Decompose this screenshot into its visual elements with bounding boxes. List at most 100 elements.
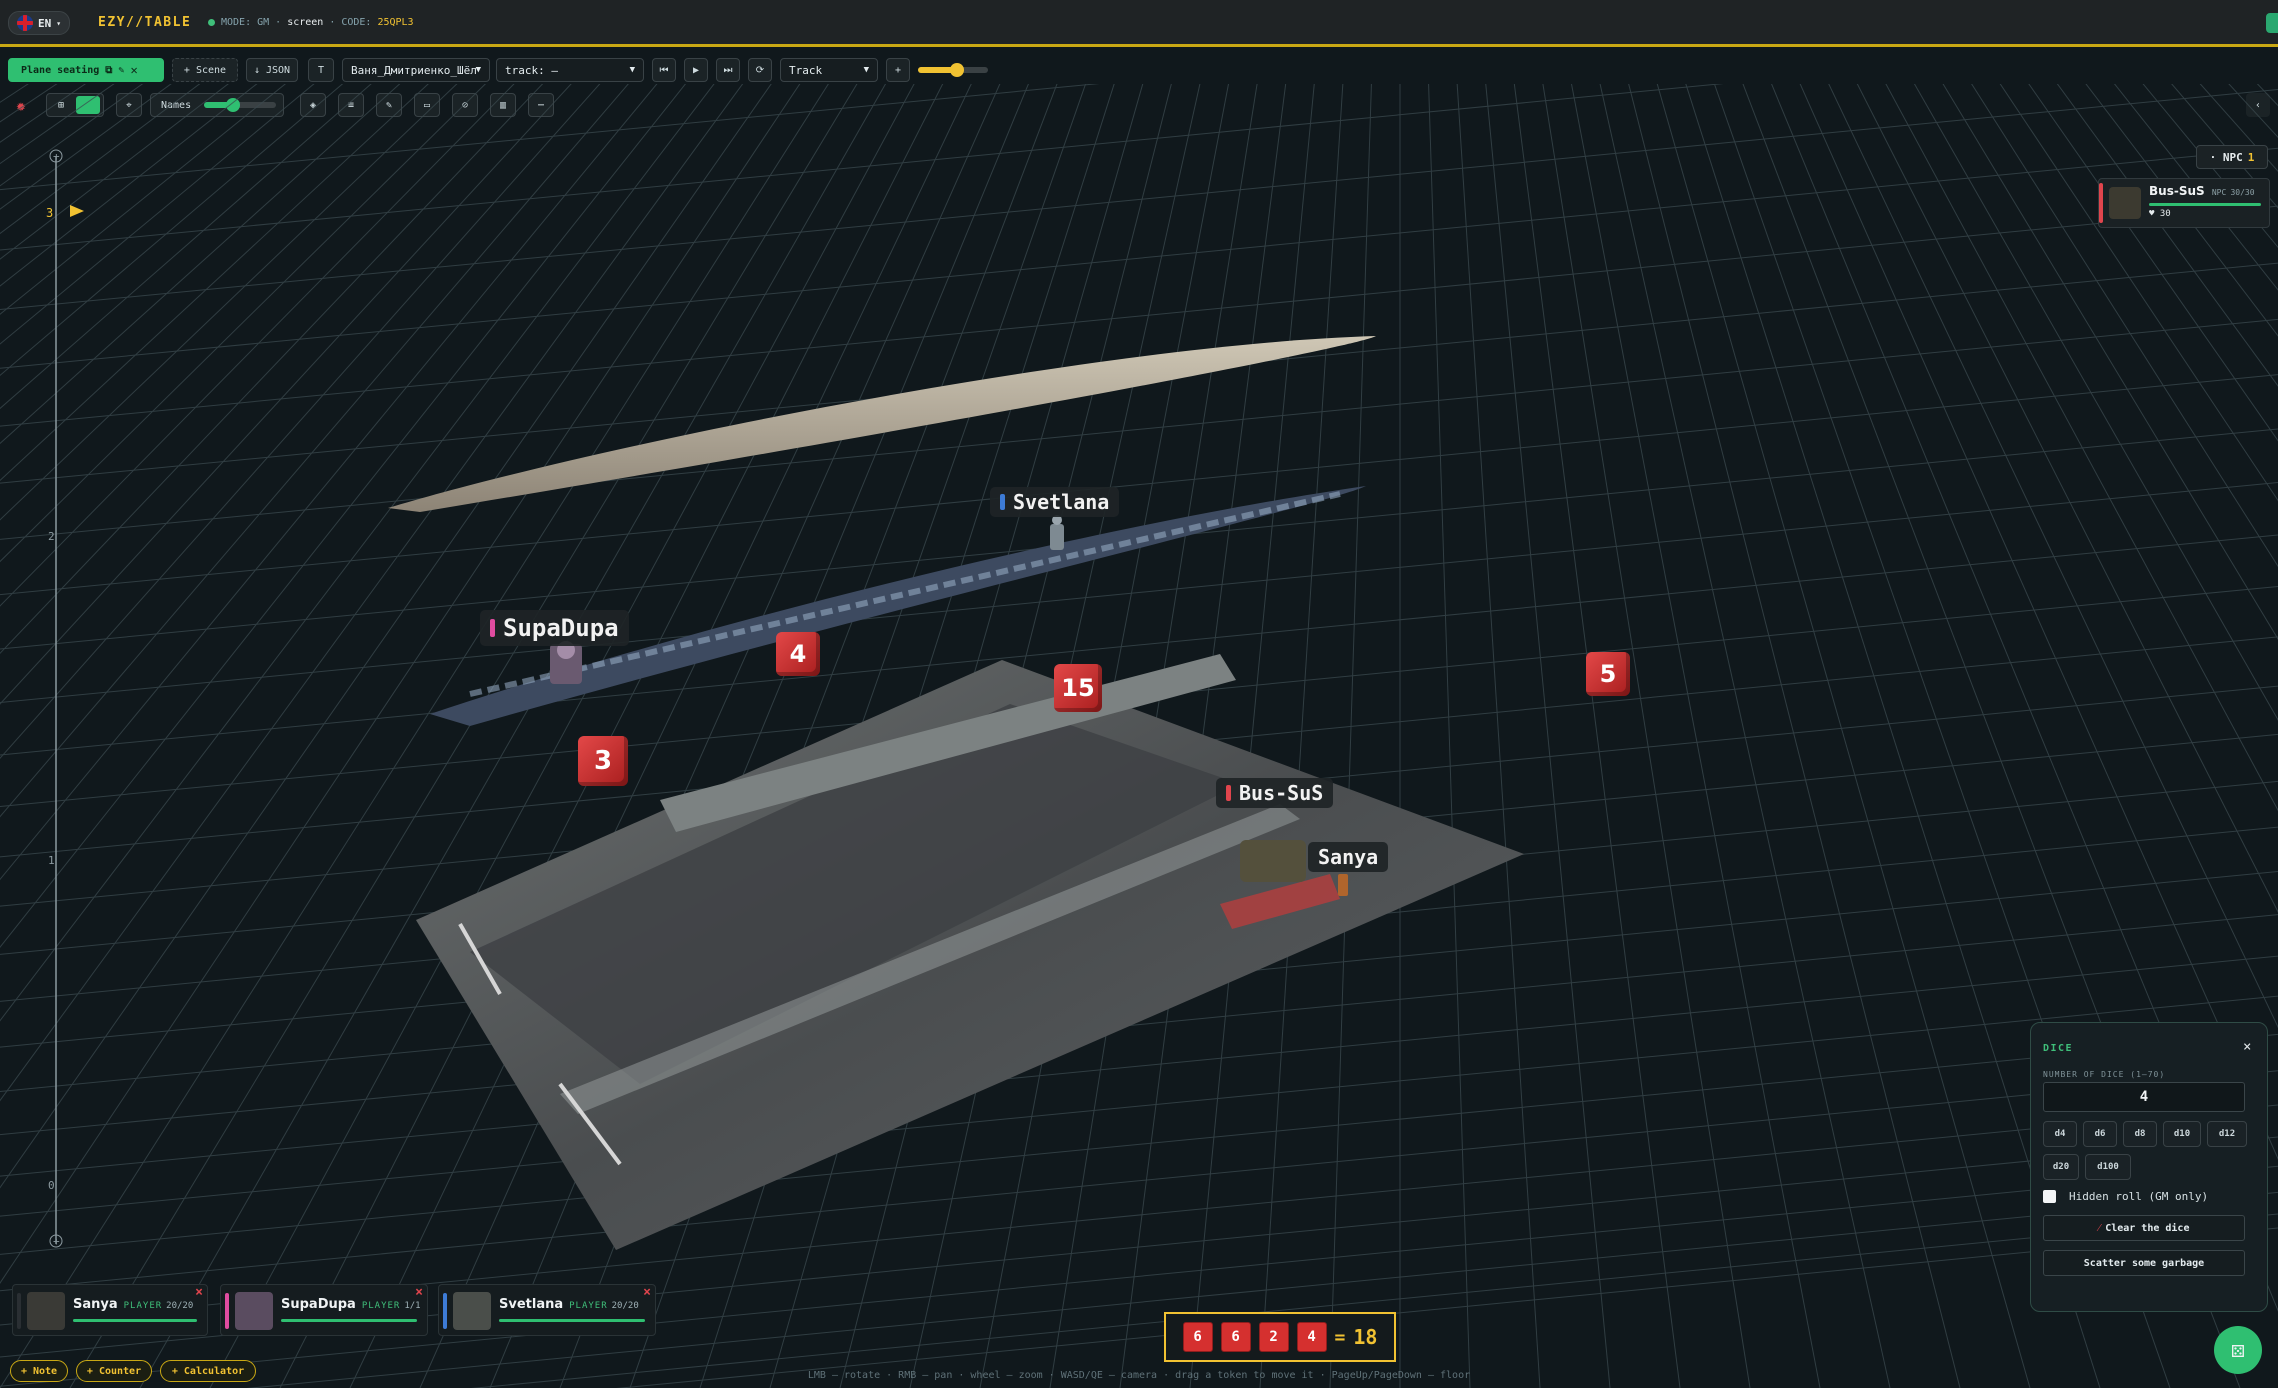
party-card-svetlana[interactable]: Svetlana PLAYER 20/20 × <box>438 1284 656 1336</box>
grid-line <box>0 84 229 260</box>
result-die: 6 <box>1220 1322 1251 1352</box>
team-color-bar <box>490 619 495 637</box>
npc-name-line: Bus-SuS NPC 30/30 <box>2149 184 2255 198</box>
scene-viewport[interactable]: + + 3 2 1 0 <box>0 84 2278 1388</box>
user-select[interactable]: Ваня_Дмитриенко_Шёлк ▼ <box>342 58 490 82</box>
track-mode-select[interactable]: Track ▼ <box>780 58 878 82</box>
die-type-d6[interactable]: d6 <box>2083 1121 2117 1147</box>
grid-line <box>1189 84 1315 1388</box>
party-name-line: SupaDupa PLAYER 1/1 <box>281 1297 421 1312</box>
skip-back-button[interactable]: ⏮ <box>652 58 676 82</box>
grid-line <box>0 205 2278 427</box>
plane-upper-floor[interactable] <box>388 336 1376 512</box>
online-dot-icon <box>208 19 215 26</box>
npc-heart-value: 30 <box>2159 209 2171 219</box>
play-button[interactable]: ▶ <box>684 58 708 82</box>
skip-forward-button[interactable]: ⏭ <box>716 58 740 82</box>
dice-count-label: NUMBER OF DICE (1–70) <box>2043 1070 2166 1079</box>
top-bar: EN ▾ EZY//TABLE MODE: GM · screen · CODE… <box>0 0 2278 47</box>
die-type-d12[interactable]: d12 <box>2207 1121 2247 1147</box>
grid-line <box>0 84 266 1388</box>
die-type-d100[interactable]: d100 <box>2085 1154 2131 1180</box>
party-name-line: Svetlana PLAYER 20/20 <box>499 1297 639 1312</box>
track-mode-value: Track <box>789 63 823 77</box>
die-type-d4[interactable]: d4 <box>2043 1121 2077 1147</box>
die-3d[interactable]: 3 <box>578 736 628 786</box>
grid-line <box>0 374 2278 596</box>
grid-line <box>0 84 115 165</box>
separator: · <box>329 17 336 28</box>
grid-line <box>0 84 258 287</box>
clear-dice-button[interactable]: ⁄ Clear the dice <box>2043 1215 2245 1241</box>
npc-count-chip[interactable]: · NPC 1 <box>2196 145 2268 169</box>
grid-line <box>1485 84 1611 1388</box>
party-card-sanya[interactable]: Sanya PLAYER 20/20 × <box>12 1284 208 1336</box>
token-bus-sus[interactable] <box>1240 840 1306 882</box>
close-icon[interactable]: × <box>2243 1039 2251 1055</box>
hidden-roll-label: Hidden roll (GM only) <box>2069 1190 2209 1203</box>
grid-line <box>0 84 58 123</box>
add-track-button[interactable]: + <box>886 58 910 82</box>
copy-icon[interactable]: ⧉ <box>105 65 112 76</box>
dice-icon: ⚄ <box>2231 1337 2245 1363</box>
skip-back-icon: ⏮ <box>659 64 669 76</box>
close-icon[interactable]: × <box>643 1285 651 1300</box>
token-name: Sanya <box>1318 845 1379 869</box>
token-sanya[interactable] <box>1338 874 1348 896</box>
text-tool-button[interactable]: T <box>308 58 334 82</box>
die-3d[interactable]: 5 <box>1586 652 1630 696</box>
grid-line <box>0 84 329 1388</box>
scatter-garbage-button[interactable]: Scatter some garbage <box>2043 1250 2245 1276</box>
scene-tab-active[interactable]: Plane seating ⧉ ✎ ✕ <box>8 58 164 82</box>
grid-line <box>0 84 182 1388</box>
loop-button[interactable]: ⟳ <box>748 58 772 82</box>
uk-flag-icon <box>17 15 33 31</box>
grid-line <box>1570 84 1821 1388</box>
party-role: PLAYER <box>123 1301 163 1311</box>
plane-cabin-floor[interactable] <box>430 486 1366 726</box>
close-icon[interactable]: ✕ <box>130 63 137 77</box>
token-name: Svetlana <box>1013 490 1110 514</box>
chevron-down-icon: ▼ <box>475 65 481 75</box>
side-toggle[interactable] <box>2266 13 2278 33</box>
chevron-down-icon: ▼ <box>629 65 635 75</box>
token-svetlana[interactable] <box>1050 515 1064 550</box>
token-supadupa[interactable] <box>550 641 582 684</box>
token-name: Bus-SuS <box>1239 781 1324 805</box>
dice-fab-button[interactable]: ⚄ <box>2214 1326 2262 1374</box>
json-download-button[interactable]: ↓ JSON <box>246 58 298 82</box>
speed-slider-handle[interactable] <box>950 63 964 77</box>
clear-dice-label: Clear the dice <box>2105 1222 2190 1234</box>
close-icon[interactable]: × <box>415 1285 423 1300</box>
npc-hp-bar <box>2149 203 2261 206</box>
skip-forward-icon: ⏭ <box>723 64 733 76</box>
grid-line <box>0 88 2278 310</box>
close-icon[interactable]: × <box>195 1285 203 1300</box>
party-hp-bar <box>499 1319 645 1322</box>
die-type-d20[interactable]: d20 <box>2043 1154 2079 1180</box>
avatar <box>27 1292 65 1330</box>
hidden-roll-checkbox[interactable] <box>2043 1190 2056 1203</box>
pencil-icon[interactable]: ✎ <box>118 65 124 76</box>
party-card-supadupa[interactable]: SupaDupa PLAYER 1/1 × <box>220 1284 428 1336</box>
language-button[interactable]: EN ▾ <box>8 11 71 35</box>
party-name-line: Sanya PLAYER 20/20 <box>73 1297 193 1312</box>
track-select[interactable]: track: — ▼ <box>496 58 644 82</box>
roll-result: 6 6 2 4 = 18 <box>1164 1312 1396 1362</box>
grid-line <box>0 84 350 1388</box>
floor-indicator-icon[interactable] <box>70 205 84 217</box>
dice-count-input[interactable]: 4 <box>2043 1082 2245 1112</box>
chevron-down-icon: ▾ <box>56 18 62 28</box>
die-type-d8[interactable]: d8 <box>2123 1121 2157 1147</box>
party-name: Sanya <box>73 1297 118 1312</box>
die-type-d10[interactable]: d10 <box>2163 1121 2201 1147</box>
separator: · <box>275 17 282 28</box>
die-3d[interactable]: 4 <box>776 632 820 676</box>
die-3d[interactable]: 15 <box>1054 664 1102 712</box>
add-scene-button[interactable]: + Scene <box>172 58 238 82</box>
token-name: SupaDupa <box>503 614 619 642</box>
npc-card[interactable]: Bus-SuS NPC 30/30 ♥ 30 <box>2098 178 2270 228</box>
token-label-bus-sus: Bus-SuS <box>1216 778 1334 808</box>
party-hp-bar <box>73 1319 197 1322</box>
language-label: EN <box>38 16 52 30</box>
